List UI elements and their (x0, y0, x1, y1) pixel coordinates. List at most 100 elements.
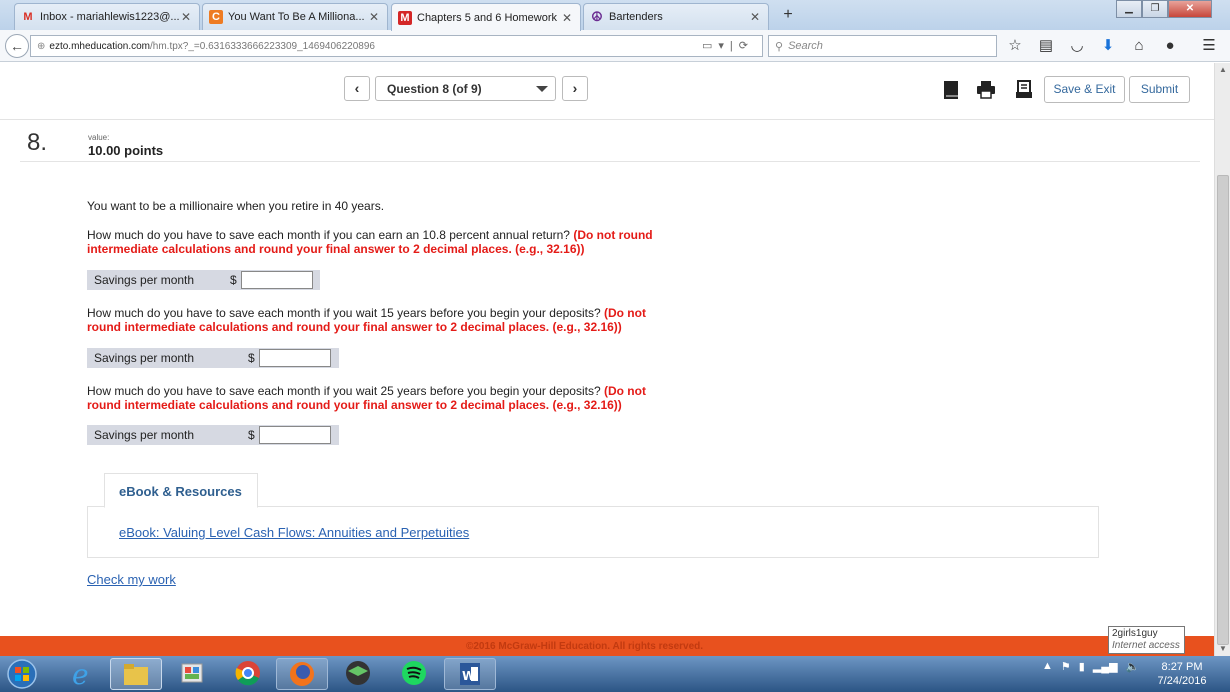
download-icon[interactable]: ⬇ (1098, 36, 1118, 56)
question-part-3-text: How much do you have to save each month … (87, 384, 657, 412)
savings-input-3[interactable] (259, 426, 331, 444)
restore-button[interactable]: ❐ (1142, 0, 1168, 18)
report-icon[interactable] (1014, 80, 1034, 100)
chrome-icon[interactable] (222, 658, 274, 690)
currency-symbol: $ (248, 351, 255, 365)
save-exit-button[interactable]: Save & Exit (1044, 76, 1125, 103)
graduation-app-icon[interactable] (332, 658, 384, 690)
question-content: 8. value: 10.00 points You want to be a … (0, 121, 1214, 636)
svg-text:e: e (72, 658, 89, 690)
tab-title: You Want To Be A Milliona... (228, 11, 365, 23)
question-intro: You want to be a millionaire when you re… (87, 199, 385, 213)
chegg-icon: C (209, 10, 223, 24)
scroll-down-icon[interactable]: ▼ (1215, 642, 1230, 656)
tab-title: Inbox - mariahlewis1223@... (40, 11, 179, 23)
spotify-icon[interactable] (388, 658, 440, 690)
tab-bartenders[interactable]: ☮ Bartenders ✕ (583, 3, 769, 30)
start-button-icon[interactable] (4, 658, 40, 690)
reader-reload-icons[interactable]: ▭▾|⟳ (702, 39, 754, 52)
copyright-text: ©2016 McGraw-Hill Education. All rights … (466, 641, 704, 652)
peace-icon: ☮ (591, 9, 603, 24)
network-tooltip: 2girls1guy Internet access (1108, 626, 1185, 654)
answer-row-1: Savings per month $ (87, 270, 320, 290)
system-tray: ▲ ⚑ ▮ ▂▄▆ 🔈 (1042, 660, 1139, 673)
submit-button[interactable]: Submit (1129, 76, 1190, 103)
close-window-button[interactable]: ✕ (1168, 0, 1212, 18)
tab-chegg[interactable]: C You Want To Be A Milliona... ✕ (202, 3, 388, 30)
previous-question-button[interactable]: ‹ (344, 76, 370, 101)
close-tab-icon[interactable]: ✕ (560, 11, 574, 25)
minimize-button[interactable]: ▁ (1116, 0, 1142, 18)
assignment-toolbar: ‹ Question 8 (of 9) › Save & Exit Submit (0, 63, 1214, 120)
browser-tab-bar: M Inbox - mariahlewis1223@... ✕ C You Wa… (0, 0, 1230, 31)
question-part-1-text: How much do you have to save each month … (87, 228, 657, 256)
bookmarks-list-icon[interactable]: ▤ (1036, 36, 1056, 56)
globe-icon: ⊕ (37, 40, 46, 52)
bookmark-star-icon[interactable]: ☆ (1005, 36, 1025, 56)
back-button[interactable]: ← (5, 34, 29, 58)
address-bar[interactable]: ⊕ ezto.mheducation.com/hm.tpx?_=0.631633… (30, 35, 763, 57)
tab-ebook-resources[interactable]: eBook & Resources (104, 473, 258, 508)
scroll-up-icon[interactable]: ▲ (1215, 63, 1230, 77)
network-name: 2girls1guy (1112, 628, 1158, 639)
paint-icon[interactable] (166, 658, 218, 690)
search-placeholder: Search (788, 40, 823, 52)
check-my-work-link[interactable]: Check my work (87, 572, 176, 587)
answer-row-3: Savings per month $ (87, 425, 339, 445)
clock-date: 7/24/2016 (1157, 675, 1207, 687)
browser-toolbar-icons: ☆ ▤ ◡ ⬇ ⌂ ● ☰ (1005, 36, 1219, 56)
home-icon[interactable]: ⌂ (1129, 36, 1149, 56)
answer-row-2: Savings per month $ (87, 348, 339, 368)
ebook-icon[interactable] (941, 80, 961, 100)
tab-title: Bartenders (609, 11, 663, 23)
close-tab-icon[interactable]: ✕ (748, 10, 762, 24)
value-label: value: (88, 133, 110, 142)
question-select-label: Question 8 (of 9) (387, 82, 482, 96)
volume-icon[interactable]: 🔈 (1126, 660, 1140, 673)
url-path: /hm.tpx?_=0.6316333666223309_14694062208… (150, 40, 375, 52)
windows-taskbar: e W ▲ ⚑ ▮ ▂▄▆ 🔈 8:27 PM 7/24/2016 (0, 656, 1230, 692)
points-value: 10.00 points (88, 143, 164, 158)
answer-label: Savings per month (94, 428, 195, 442)
close-tab-icon[interactable]: ✕ (179, 10, 193, 24)
taskbar-clock[interactable]: 8:27 PM 7/24/2016 (1140, 660, 1224, 688)
mcgraw-hill-icon: M (398, 10, 412, 25)
question-number: 8. (27, 129, 48, 156)
clock-time: 8:27 PM (1161, 661, 1203, 673)
scroll-thumb[interactable] (1217, 175, 1229, 645)
tab-homework[interactable]: M Chapters 5 and 6 Homework ✕ (391, 3, 581, 31)
word-icon[interactable]: W (444, 658, 496, 690)
tab-title: Chapters 5 and 6 Homework (417, 11, 558, 24)
svg-text:W: W (462, 669, 475, 683)
firefox-icon[interactable] (276, 658, 328, 690)
part-prompt: How much do you have to save each month … (87, 306, 601, 320)
chevron-down-icon (536, 86, 548, 92)
file-explorer-icon[interactable] (110, 658, 162, 690)
pocket-icon[interactable]: ◡ (1067, 36, 1087, 56)
answer-label: Savings per month (94, 273, 195, 287)
savings-input-1[interactable] (241, 271, 313, 289)
savings-input-2[interactable] (259, 349, 331, 367)
tab-inbox[interactable]: M Inbox - mariahlewis1223@... ✕ (14, 3, 200, 30)
currency-symbol: $ (230, 273, 237, 287)
print-icon[interactable] (976, 80, 996, 100)
divider (20, 161, 1200, 162)
browser-nav-bar: ← ⊕ ezto.mheducation.com/hm.tpx?_=0.6316… (0, 30, 1230, 62)
question-select[interactable]: Question 8 (of 9) (375, 76, 556, 101)
internet-explorer-icon[interactable]: e (56, 658, 108, 691)
signal-icon[interactable]: ▂▄▆ (1093, 660, 1118, 673)
search-input[interactable]: ⚲ Search (768, 35, 997, 57)
tray-expand-icon[interactable]: ▲ (1042, 660, 1053, 673)
ebook-link[interactable]: eBook: Valuing Level Cash Flows: Annuiti… (119, 525, 469, 540)
window-controls: ▁ ❐ ✕ (1116, 0, 1212, 18)
menu-icon[interactable]: ☰ (1199, 36, 1219, 56)
vertical-scrollbar[interactable]: ▲ ▼ (1214, 63, 1230, 656)
chat-icon[interactable]: ● (1160, 36, 1180, 56)
url-host: ezto.mheducation.com (49, 40, 151, 52)
close-tab-icon[interactable]: ✕ (367, 10, 381, 24)
network-status: Internet access (1112, 640, 1180, 651)
flag-icon[interactable]: ⚑ (1061, 660, 1071, 673)
next-question-button[interactable]: › (562, 76, 588, 101)
new-tab-button[interactable]: + (778, 5, 798, 25)
power-icon[interactable]: ▮ (1079, 660, 1085, 673)
